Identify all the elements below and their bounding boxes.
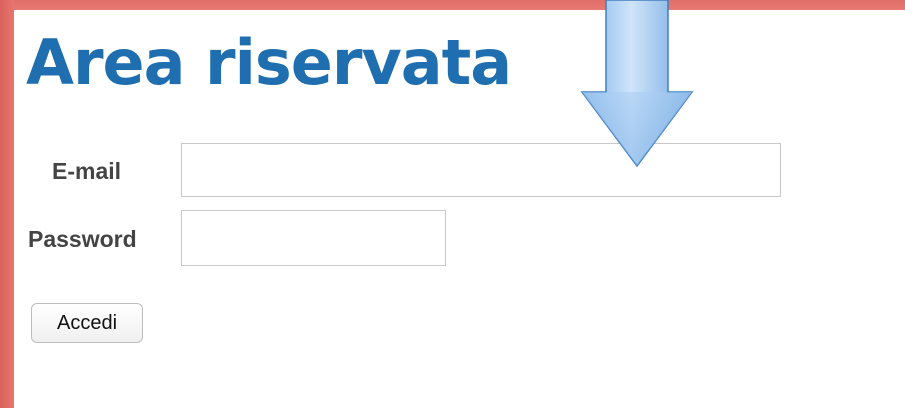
email-label: E-mail <box>52 158 122 184</box>
down-arrow-icon <box>580 0 694 168</box>
password-label: Password <box>28 226 137 252</box>
login-button[interactable]: Accedi <box>31 303 143 343</box>
password-field[interactable] <box>181 210 446 266</box>
page-title: Area riservata <box>26 26 512 99</box>
window-frame-left <box>0 0 14 408</box>
login-panel: Area riservata E-mail Password Accedi <box>14 10 905 408</box>
